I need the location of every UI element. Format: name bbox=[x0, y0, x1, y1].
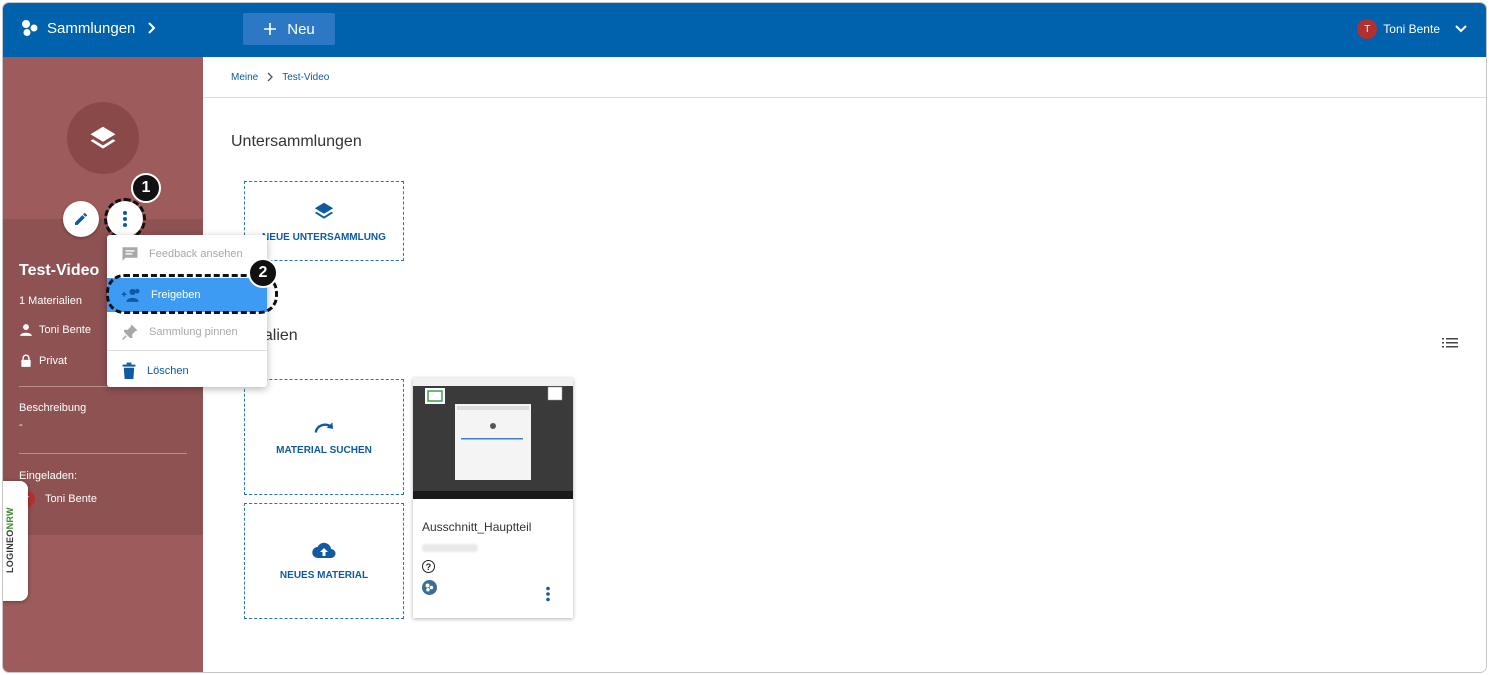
search-material-label: MATERIAL SUCHEN bbox=[276, 444, 372, 456]
material-card[interactable]: Ausschnitt_Hauptteil ? bbox=[413, 378, 573, 618]
subcollections-heading: Untersammlungen bbox=[231, 133, 362, 150]
description-heading: Beschreibung bbox=[19, 402, 87, 414]
new-material-label: NEUES MATERIAL bbox=[279, 569, 369, 581]
menu-item-pin[interactable]: Sammlung pinnen bbox=[107, 315, 267, 349]
owner-name: Toni Bente bbox=[39, 324, 91, 336]
menu-item-feedback[interactable]: Feedback ansehen bbox=[107, 237, 267, 271]
chevron-right-icon bbox=[148, 22, 156, 34]
pencil-icon bbox=[75, 212, 87, 225]
step-highlight-ring bbox=[104, 198, 146, 240]
step-badge-2: 2 bbox=[248, 258, 278, 288]
layers-icon bbox=[314, 202, 334, 219]
person-icon bbox=[20, 324, 32, 336]
user-name: Toni Bente bbox=[1383, 22, 1440, 36]
description-text: - bbox=[19, 419, 23, 431]
list-view-icon[interactable] bbox=[1442, 337, 1458, 349]
logineo-label: LOGINEONRW bbox=[5, 507, 15, 573]
pin-icon bbox=[121, 324, 138, 341]
breadcrumb: Meine Test-Video bbox=[203, 57, 1486, 98]
menu-item-label: Löschen bbox=[147, 365, 189, 377]
new-button-label: Neu bbox=[287, 20, 315, 38]
search-material-tile[interactable]: MATERIAL SUCHEN bbox=[244, 379, 404, 495]
blurred-metadata bbox=[422, 544, 478, 552]
owner-row: Toni Bente bbox=[19, 323, 91, 337]
edit-collection-button[interactable] bbox=[63, 201, 99, 237]
visibility-label: Privat bbox=[39, 355, 68, 367]
menu-item-label: Sammlung pinnen bbox=[149, 326, 238, 338]
cloud-upload-icon bbox=[312, 542, 336, 558]
description-value: - bbox=[19, 419, 23, 431]
new-material-tile[interactable]: NEUES MATERIAL bbox=[244, 503, 404, 619]
app-window: Sammlungen Neu T Toni Bente 1 Test-Video… bbox=[2, 2, 1487, 673]
new-subcollection-label: NEUE UNTERSAMMLUNG bbox=[262, 231, 386, 243]
new-button[interactable]: Neu bbox=[243, 13, 335, 45]
plus-icon bbox=[264, 23, 277, 35]
menu-divider bbox=[107, 350, 267, 351]
invited-name: Toni Bente bbox=[45, 493, 97, 505]
breadcrumb-item-home[interactable]: Meine bbox=[231, 72, 258, 83]
material-title: Ausschnitt_Hauptteil bbox=[422, 520, 532, 534]
description-label: Beschreibung bbox=[19, 402, 86, 414]
new-subcollection-tile[interactable]: NEUE UNTERSAMMLUNG bbox=[244, 181, 404, 261]
feedback-icon bbox=[122, 247, 138, 261]
menu-item-label: Feedback ansehen bbox=[149, 248, 243, 260]
step-badge-1: 1 bbox=[131, 173, 161, 203]
top-bar: Sammlungen Neu T Toni Bente bbox=[3, 3, 1486, 57]
license-icon: ? bbox=[422, 560, 435, 573]
chevron-down-icon bbox=[1455, 25, 1467, 33]
invited-heading: Eingeladen: bbox=[19, 470, 78, 482]
logineo-label-b: NRW bbox=[5, 507, 15, 530]
user-menu[interactable]: T Toni Bente bbox=[1357, 19, 1468, 39]
breadcrumb-item-current[interactable]: Test-Video bbox=[282, 72, 329, 83]
user-avatar: T bbox=[1357, 19, 1378, 39]
collection-avatar bbox=[67, 102, 139, 174]
redo-icon bbox=[314, 421, 334, 433]
collection-title: Test-Video bbox=[19, 262, 100, 279]
logineo-label-a: LOGINEO bbox=[5, 529, 15, 573]
screenshot-preview bbox=[413, 378, 573, 499]
trash-icon bbox=[122, 362, 136, 379]
collection-badge-icon bbox=[422, 580, 437, 595]
collections-logo-icon bbox=[22, 20, 38, 36]
chevron-right-icon bbox=[267, 72, 274, 82]
visibility-row: Privat bbox=[19, 354, 67, 368]
invited-user: T Toni Bente bbox=[19, 491, 97, 507]
main-content: Meine Test-Video Untersammlungen NEUE UN… bbox=[203, 57, 1486, 672]
logineo-tab[interactable]: LOGINEONRW bbox=[3, 481, 28, 601]
brand-label: Sammlungen bbox=[47, 19, 136, 37]
collections-nav[interactable]: Sammlungen bbox=[21, 19, 157, 37]
material-count-label: 1 Materialien bbox=[19, 295, 82, 307]
divider bbox=[19, 453, 187, 454]
material-thumbnail bbox=[413, 378, 573, 499]
invited-label: Eingeladen: bbox=[19, 470, 77, 482]
layers-icon bbox=[90, 126, 116, 149]
card-more-icon[interactable] bbox=[545, 586, 551, 602]
material-count: 1 Materialien bbox=[19, 295, 82, 307]
menu-item-delete[interactable]: Löschen bbox=[107, 354, 267, 388]
lock-icon bbox=[21, 354, 31, 367]
